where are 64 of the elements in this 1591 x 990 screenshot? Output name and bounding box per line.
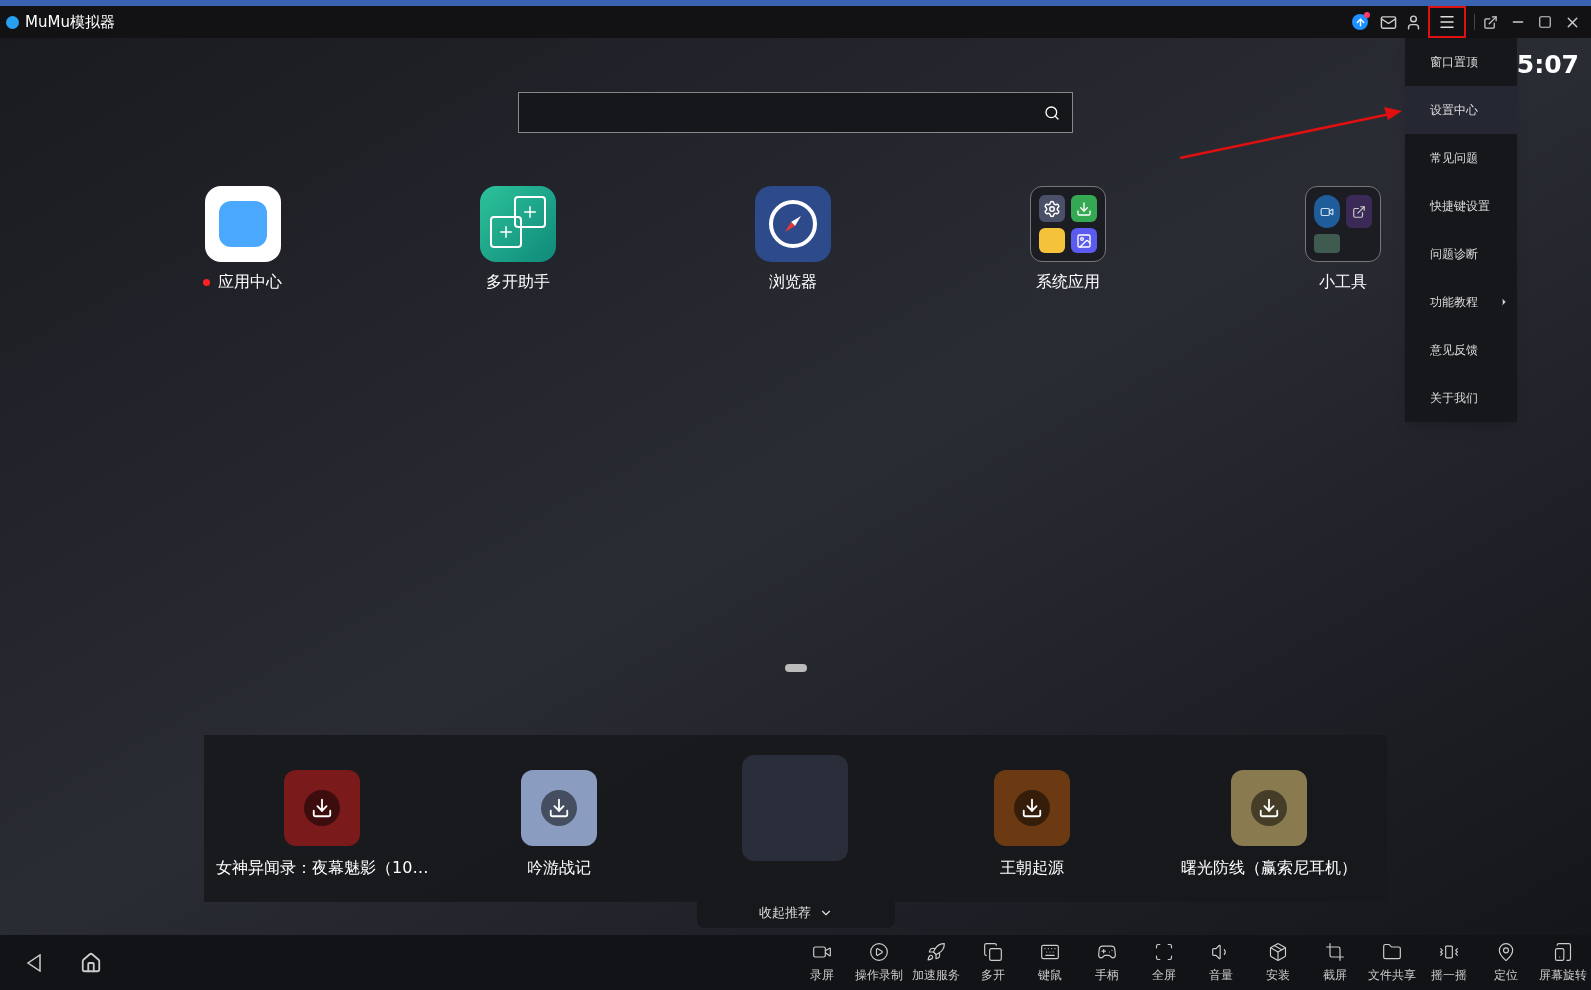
game-title[interactable]: 曙光防线（赢索尼耳机） bbox=[1180, 856, 1357, 880]
fullscreen-icon bbox=[1153, 941, 1174, 962]
folder-icon bbox=[1381, 941, 1402, 962]
copy-icon bbox=[982, 941, 1003, 962]
download-icon[interactable] bbox=[1014, 790, 1051, 826]
toolbar-button[interactable]: 定位 bbox=[1477, 941, 1534, 984]
game-thumbnail[interactable] bbox=[520, 770, 597, 846]
home-icon[interactable] bbox=[80, 951, 102, 974]
back-icon[interactable] bbox=[26, 953, 42, 972]
toolbar-button[interactable]: 安装 bbox=[1249, 941, 1306, 984]
compass-icon[interactable] bbox=[754, 186, 831, 262]
toolbar-button[interactable]: 全屏 bbox=[1135, 941, 1192, 984]
user-icon[interactable] bbox=[1405, 13, 1422, 31]
game-thumbnail[interactable] bbox=[994, 770, 1071, 846]
game-thumbnail[interactable] bbox=[742, 755, 849, 861]
menu-item[interactable]: 设置中心 bbox=[1405, 86, 1517, 134]
toolbar-button[interactable]: 手柄 bbox=[1078, 941, 1135, 984]
app-label[interactable]: 系统应用 bbox=[1035, 270, 1100, 294]
toolbar-button[interactable]: 录屏 bbox=[793, 941, 850, 984]
app-label[interactable]: 应用中心 bbox=[218, 270, 282, 294]
page-indicator bbox=[784, 664, 807, 672]
menu-item[interactable]: 问题诊断 bbox=[1405, 230, 1517, 278]
upload-icon[interactable] bbox=[1352, 14, 1368, 30]
multi-window-icon[interactable] bbox=[479, 186, 556, 262]
menu-item[interactable]: 功能教程 bbox=[1405, 278, 1517, 326]
menu-item[interactable]: 关于我们 bbox=[1405, 374, 1517, 422]
logo-icon bbox=[6, 15, 19, 29]
download-icon[interactable] bbox=[1250, 790, 1287, 826]
toolbar-button[interactable]: 音量 bbox=[1192, 941, 1249, 984]
toolbar-button[interactable]: 多开 bbox=[964, 941, 1021, 984]
search-field[interactable] bbox=[518, 92, 1073, 133]
game-thumbnail[interactable] bbox=[1230, 770, 1307, 846]
menu-item[interactable]: 窗口置顶 bbox=[1405, 38, 1517, 86]
game-title[interactable]: 女神异闻录：夜幕魅影（10… bbox=[216, 856, 429, 880]
package-icon bbox=[1267, 941, 1288, 962]
toolbar-button[interactable]: 摇一摇 bbox=[1420, 941, 1477, 984]
app-label[interactable]: 浏览器 bbox=[768, 270, 817, 294]
crop-icon bbox=[1324, 941, 1345, 962]
game-title[interactable]: 王朝起源 bbox=[1000, 856, 1065, 880]
mail-icon[interactable] bbox=[1380, 13, 1397, 31]
rotate-device-icon bbox=[1552, 941, 1573, 962]
search-icon[interactable] bbox=[1044, 104, 1060, 121]
toolbar-button[interactable]: 加速服务 bbox=[907, 941, 964, 984]
menu-icon bbox=[1438, 13, 1456, 31]
maximize-icon[interactable] bbox=[1538, 15, 1552, 29]
menu-button[interactable] bbox=[1428, 6, 1466, 38]
game-title[interactable]: 吟游战记 bbox=[526, 856, 591, 880]
toolbar-button[interactable]: 操作录制 bbox=[850, 941, 907, 984]
menu-item[interactable]: 意见反馈 bbox=[1405, 326, 1517, 374]
app-label[interactable]: 多开助手 bbox=[485, 270, 550, 294]
app-folder-icon[interactable] bbox=[1029, 186, 1106, 262]
window-title: MuMu模拟器 bbox=[25, 11, 115, 33]
menu-item[interactable]: 常见问题 bbox=[1405, 134, 1517, 182]
game-thumbnail[interactable] bbox=[284, 770, 361, 846]
download-icon[interactable] bbox=[540, 790, 577, 826]
toolbar-button[interactable]: 截屏 bbox=[1306, 941, 1363, 984]
toolbar-button[interactable]: 屏幕旋转 bbox=[1534, 941, 1591, 984]
toolbar-button[interactable]: 键鼠 bbox=[1021, 941, 1078, 984]
menu-item[interactable]: 快捷键设置 bbox=[1405, 182, 1517, 230]
rocket-icon bbox=[925, 941, 946, 962]
toolbar-button[interactable]: 文件共享 bbox=[1363, 941, 1420, 984]
download-icon[interactable] bbox=[304, 790, 341, 826]
app-label[interactable]: 小工具 bbox=[1318, 270, 1367, 294]
clock: 5:07 bbox=[1516, 49, 1579, 81]
